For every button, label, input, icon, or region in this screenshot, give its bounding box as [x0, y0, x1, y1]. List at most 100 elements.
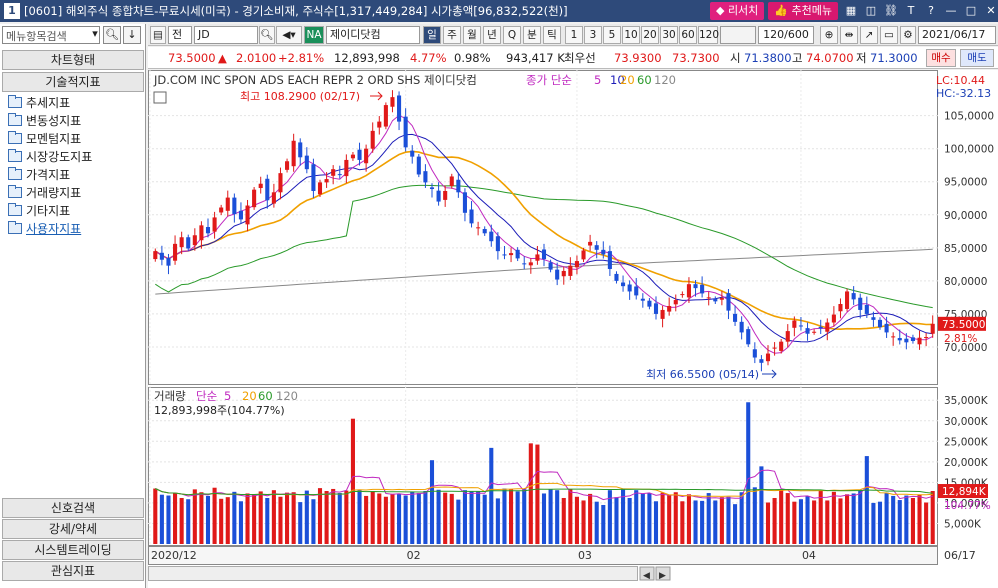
close-icon[interactable]: ✕ [984, 4, 998, 18]
research-button[interactable]: ◆ 리서치 [709, 2, 765, 20]
crosshair-icon[interactable]: ⊕ [820, 26, 838, 44]
candle-body [541, 249, 547, 260]
candle-body [443, 190, 448, 200]
question-icon[interactable]: ? [924, 4, 938, 18]
volume-bar [159, 494, 164, 544]
zoom-icon[interactable]: ⇹ [840, 26, 858, 44]
period-minute[interactable]: 분 [523, 26, 541, 44]
lc-label: LC:10.44 [936, 74, 985, 87]
candle-body [232, 197, 237, 215]
candle-body [917, 337, 922, 345]
tech-indicators-header[interactable]: 기술적지표 [2, 72, 144, 92]
sell-button[interactable]: 매도 [960, 49, 994, 67]
tree-momentum[interactable]: 모멘텀지표 [8, 129, 81, 147]
toolbar: ▤ 전 JD 🔍︎ ◀▾ NA 제이디닷컴 일 주 월 년 Q 분 틱 1 3 … [148, 24, 998, 46]
dropdown-arrow-icon[interactable]: ▾ [86, 26, 104, 44]
link-icon[interactable]: ⛓ [884, 4, 898, 18]
market-select[interactable]: 전 [168, 26, 192, 44]
period-quarter[interactable]: Q [503, 26, 521, 44]
count-input[interactable]: 120/600 [758, 26, 814, 44]
date-input[interactable]: 2021/06/17 [918, 26, 996, 44]
recommend-menu-button[interactable]: 👍 추천메뉴 [768, 2, 838, 20]
period-year[interactable]: 년 [483, 26, 501, 44]
volume-bar [357, 490, 362, 544]
symbol-input[interactable]: JD [194, 26, 258, 44]
minute-5[interactable]: 5 [603, 26, 621, 44]
volume-bar [667, 495, 672, 544]
trend-icon[interactable]: ↗ [860, 26, 878, 44]
candle-body [449, 176, 454, 187]
minute-120[interactable]: 120 [698, 26, 719, 44]
tree-price[interactable]: 가격지표 [8, 165, 70, 183]
tree-trend[interactable]: 추세지표 [8, 93, 70, 111]
candle-body [159, 252, 164, 260]
chart-type-button[interactable]: 차트형태 [2, 50, 144, 70]
period-month[interactable]: 월 [463, 26, 481, 44]
search-icon[interactable]: 🔍︎ [103, 26, 121, 44]
volume-bar [449, 493, 454, 544]
volume-bar [390, 493, 395, 544]
volume-bar [752, 487, 757, 544]
ma-legend-item: 120 [654, 73, 676, 87]
candle-body [924, 337, 929, 339]
candle-body [429, 187, 435, 190]
favorite-indicators-button[interactable]: 관심지표 [2, 561, 144, 581]
layout-icon[interactable]: ▦ [844, 4, 858, 18]
minute-custom-select[interactable] [720, 26, 756, 44]
minimize-icon[interactable]: — [944, 4, 958, 18]
tree-other[interactable]: 기타지표 [8, 201, 70, 219]
minute-10[interactable]: 10 [622, 26, 640, 44]
chart-area[interactable]: 105,0000 100,0000 95,0000 90,0000 85,0000 80,… [148, 70, 998, 588]
price-tick-label: 80,0000 [944, 276, 987, 288]
price-tick-label: 85,0000 [944, 243, 987, 255]
candle-body [509, 253, 514, 256]
text-icon[interactable]: T [904, 4, 918, 18]
period-day[interactable]: 일 [423, 26, 441, 44]
candle-body [660, 309, 665, 319]
volume-bar [212, 487, 217, 544]
candle-body [746, 329, 751, 345]
candle-body [693, 284, 698, 289]
signal-search-button[interactable]: 신호검색 [2, 498, 144, 518]
buy-button[interactable]: 매수 [926, 49, 956, 67]
candle-body [772, 347, 777, 349]
candle-body [726, 293, 731, 311]
volume-bar [568, 489, 573, 544]
window-title: [0601] 해외주식 종합차트-무료시세(미국) - 경기소비재, 주식수[1… [24, 4, 568, 18]
volume-bar [153, 488, 158, 544]
volume-bar [904, 495, 909, 544]
candle-body [845, 291, 850, 309]
period-tick[interactable]: 틱 [543, 26, 561, 44]
candle-body [594, 245, 599, 250]
candle-body [719, 298, 724, 300]
system-trading-button[interactable]: 시스템트레이딩 [2, 540, 144, 560]
price-tick-label: 100,0000 [944, 144, 994, 156]
tree-volatility[interactable]: 변동성지표 [8, 111, 81, 129]
minute-3[interactable]: 3 [584, 26, 602, 44]
volume-bar [423, 491, 428, 544]
candle-body [298, 142, 303, 158]
minute-20[interactable]: 20 [641, 26, 659, 44]
minute-1[interactable]: 1 [565, 26, 583, 44]
volume-bar [179, 497, 184, 544]
settings-icon[interactable]: ⚙ [900, 26, 916, 44]
volume-bar [726, 496, 731, 544]
bull-bear-button[interactable]: 강세/약세 [2, 519, 144, 539]
minute-60[interactable]: 60 [679, 26, 697, 44]
sound-icon[interactable]: ◀▾ [276, 26, 302, 44]
save-icon[interactable]: ▭ [880, 26, 898, 44]
tree-volume[interactable]: 거래량지표 [8, 183, 81, 201]
minute-30[interactable]: 30 [660, 26, 678, 44]
volume-bar [838, 498, 843, 544]
tree-user[interactable]: 사용자지표 [8, 219, 81, 237]
chart-svg[interactable]: 105,0000 100,0000 95,0000 90,0000 85,0000 80,… [148, 70, 998, 588]
split-icon[interactable]: ◫ [864, 4, 878, 18]
maximize-icon[interactable]: □ [964, 4, 978, 18]
period-week[interactable]: 주 [443, 26, 461, 44]
tree-market-strength[interactable]: 시장강도지표 [8, 147, 92, 165]
grid-icon[interactable]: ▤ [150, 26, 166, 44]
candle-body [357, 149, 362, 160]
down-arrow-icon[interactable]: ↓ [123, 26, 141, 44]
symbol-search-icon[interactable]: 🔍︎ [259, 26, 275, 44]
candle-body [897, 338, 902, 341]
